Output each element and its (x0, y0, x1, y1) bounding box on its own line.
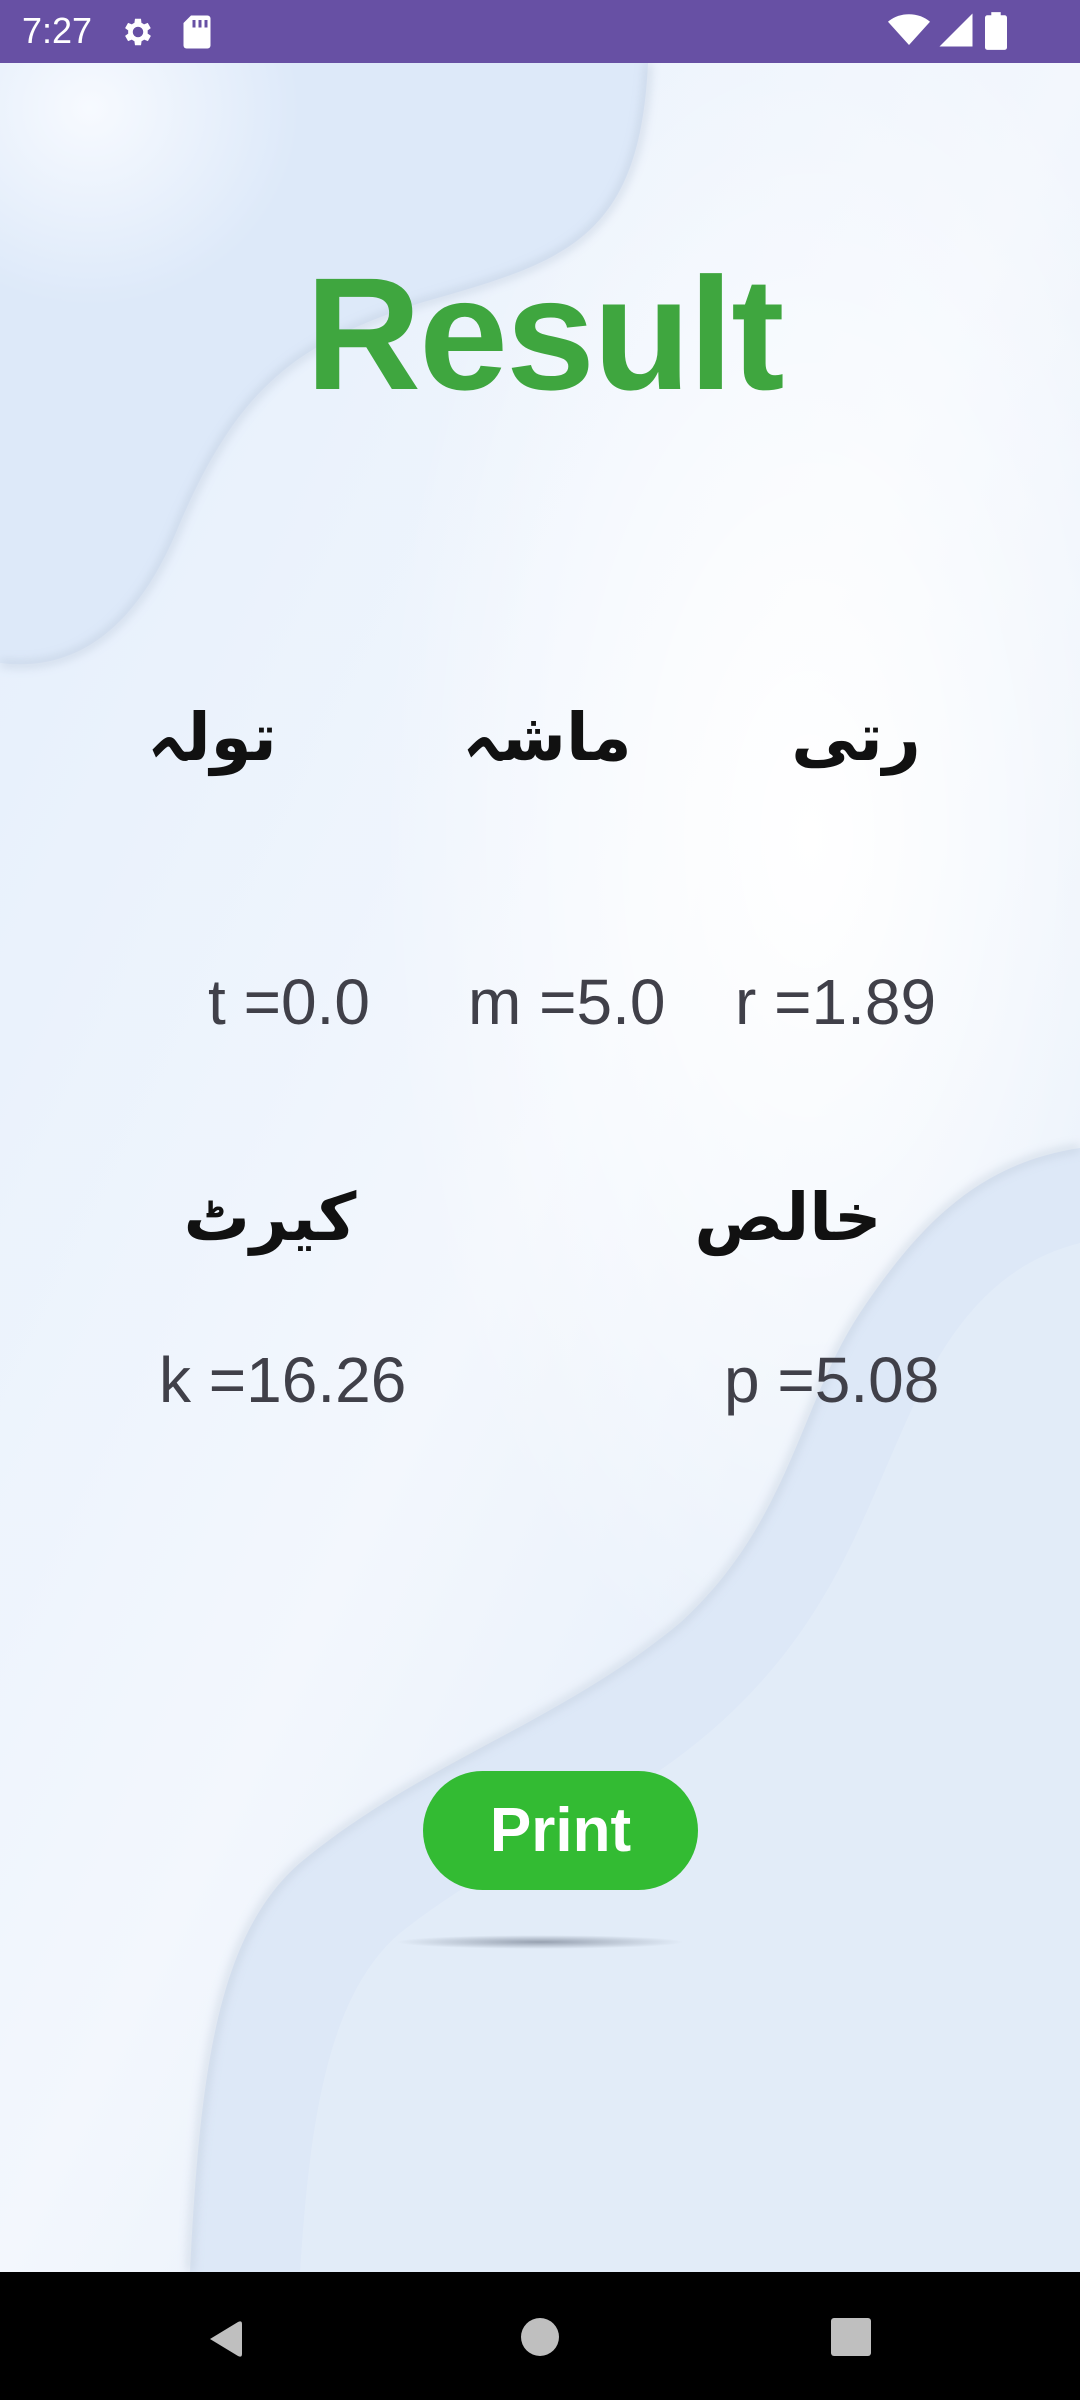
wifi-icon (888, 12, 930, 53)
content-area: Result تولہ ماشہ رتی t =0.0 m =5.0 r =1.… (0, 63, 1080, 2272)
sdcard-icon (182, 14, 212, 55)
status-time: 7:27 (22, 10, 93, 51)
label-pure: خالص (694, 1179, 882, 1256)
label-tola: تولہ (147, 699, 277, 776)
status-bar: 7:27 (0, 0, 1080, 63)
back-icon[interactable] (200, 2314, 250, 2364)
navigation-bar (0, 2272, 1080, 2400)
label-carat: کیرٹ (183, 1179, 357, 1256)
value-ratti: r =1.89 (735, 966, 937, 1038)
button-shadow (395, 1935, 685, 1949)
result-title: Result (305, 244, 785, 423)
label-ratti: رتی (791, 699, 921, 776)
gear-icon (120, 14, 156, 55)
result-screen: 7:27 Result تولہ ماشہ رتی t =0.0 m =5.0 … (0, 0, 1080, 2400)
home-icon[interactable] (515, 2312, 565, 2362)
signal-icon (938, 12, 974, 53)
value-tola: t =0.0 (208, 966, 370, 1038)
battery-icon (985, 12, 1007, 55)
print-button[interactable]: Print (423, 1771, 698, 1890)
label-masha: ماشہ (462, 699, 632, 776)
value-carat: k =16.26 (159, 1344, 407, 1416)
value-masha: m =5.0 (468, 966, 666, 1038)
value-pure: p =5.08 (724, 1344, 940, 1416)
recents-icon[interactable] (827, 2314, 875, 2360)
